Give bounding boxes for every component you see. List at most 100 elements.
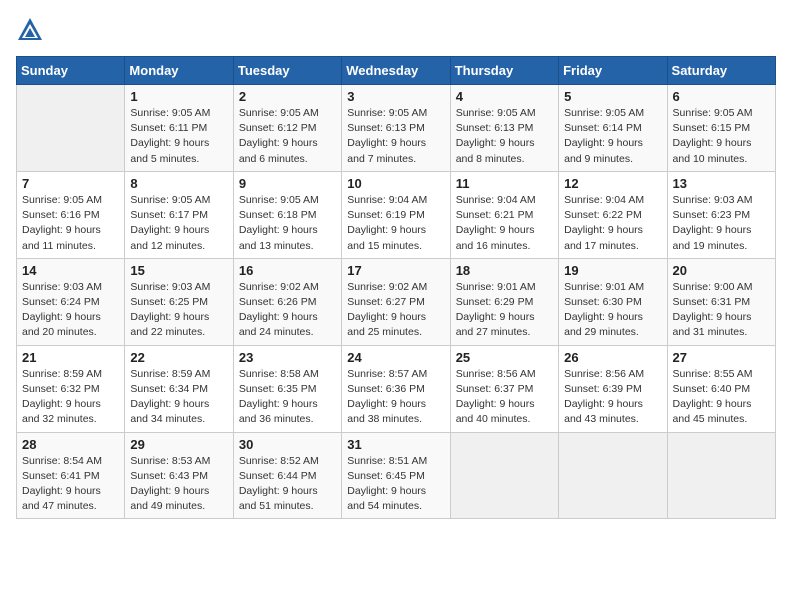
day-info: Sunrise: 8:56 AMSunset: 6:39 PMDaylight:… [564, 367, 661, 428]
calendar-cell: 6 Sunrise: 9:05 AMSunset: 6:15 PMDaylight… [667, 85, 775, 172]
day-info: Sunrise: 8:52 AMSunset: 6:44 PMDaylight:… [239, 454, 336, 515]
day-info: Sunrise: 8:51 AMSunset: 6:45 PMDaylight:… [347, 454, 444, 515]
calendar-cell: 5 Sunrise: 9:05 AMSunset: 6:14 PMDaylight… [559, 85, 667, 172]
calendar-cell: 24 Sunrise: 8:57 AMSunset: 6:36 PMDayligh… [342, 345, 450, 432]
calendar-cell: 23 Sunrise: 8:58 AMSunset: 6:35 PMDayligh… [233, 345, 341, 432]
day-info: Sunrise: 9:04 AMSunset: 6:19 PMDaylight:… [347, 193, 444, 254]
calendar-cell: 18Sunrise: 9:01 AMSunset: 6:29 PMDayligh… [450, 258, 558, 345]
day-info: Sunrise: 8:55 AMSunset: 6:40 PMDaylight:… [673, 367, 770, 428]
day-number: 31 [347, 437, 444, 452]
calendar-cell: 29 Sunrise: 8:53 AMSunset: 6:43 PMDayligh… [125, 432, 233, 519]
day-info: Sunrise: 9:05 AMSunset: 6:18 PMDaylight:… [239, 193, 336, 254]
calendar-cell: 26 Sunrise: 8:56 AMSunset: 6:39 PMDayligh… [559, 345, 667, 432]
calendar-header-row: SundayMondayTuesdayWednesdayThursdayFrid… [17, 57, 776, 85]
calendar-cell: 7 Sunrise: 9:05 AMSunset: 6:16 PMDaylight… [17, 171, 125, 258]
day-number: 13 [673, 176, 770, 191]
column-header-thursday: Thursday [450, 57, 558, 85]
day-number: 24 [347, 350, 444, 365]
day-info: Sunrise: 8:54 AMSunset: 6:41 PMDaylight:… [22, 454, 119, 515]
calendar-cell: 17 Sunrise: 9:02 AMSunset: 6:27 PMDayligh… [342, 258, 450, 345]
day-info: Sunrise: 9:05 AMSunset: 6:16 PMDaylight:… [22, 193, 119, 254]
column-header-tuesday: Tuesday [233, 57, 341, 85]
day-info: Sunrise: 9:05 AMSunset: 6:11 PMDaylight:… [130, 106, 227, 167]
day-number: 8 [130, 176, 227, 191]
calendar-week-row: 1 Sunrise: 9:05 AMSunset: 6:11 PMDaylight… [17, 85, 776, 172]
day-info: Sunrise: 9:05 AMSunset: 6:13 PMDaylight:… [347, 106, 444, 167]
day-number: 7 [22, 176, 119, 191]
calendar-week-row: 14 Sunrise: 9:03 AMSunset: 6:24 PMDayligh… [17, 258, 776, 345]
calendar-cell: 1 Sunrise: 9:05 AMSunset: 6:11 PMDaylight… [125, 85, 233, 172]
calendar-cell: 25 Sunrise: 8:56 AMSunset: 6:37 PMDayligh… [450, 345, 558, 432]
day-info: Sunrise: 8:58 AMSunset: 6:35 PMDaylight:… [239, 367, 336, 428]
day-number: 21 [22, 350, 119, 365]
calendar-cell: 4 Sunrise: 9:05 AMSunset: 6:13 PMDaylight… [450, 85, 558, 172]
calendar-week-row: 21Sunrise: 8:59 AMSunset: 6:32 PMDayligh… [17, 345, 776, 432]
calendar-cell: 9 Sunrise: 9:05 AMSunset: 6:18 PMDaylight… [233, 171, 341, 258]
day-info: Sunrise: 9:05 AMSunset: 6:14 PMDaylight:… [564, 106, 661, 167]
day-info: Sunrise: 9:00 AMSunset: 6:31 PMDaylight:… [673, 280, 770, 341]
day-info: Sunrise: 8:57 AMSunset: 6:36 PMDaylight:… [347, 367, 444, 428]
day-number: 10 [347, 176, 444, 191]
day-info: Sunrise: 9:04 AMSunset: 6:21 PMDaylight:… [456, 193, 553, 254]
calendar-week-row: 28 Sunrise: 8:54 AMSunset: 6:41 PMDayligh… [17, 432, 776, 519]
day-info: Sunrise: 9:01 AMSunset: 6:30 PMDaylight:… [564, 280, 661, 341]
column-header-sunday: Sunday [17, 57, 125, 85]
day-number: 28 [22, 437, 119, 452]
day-number: 4 [456, 89, 553, 104]
calendar-cell [17, 85, 125, 172]
logo [16, 16, 48, 44]
calendar-cell: 11 Sunrise: 9:04 AMSunset: 6:21 PMDayligh… [450, 171, 558, 258]
day-number: 1 [130, 89, 227, 104]
day-number: 12 [564, 176, 661, 191]
calendar-cell: 15 Sunrise: 9:03 AMSunset: 6:25 PMDayligh… [125, 258, 233, 345]
calendar-cell: 30 Sunrise: 8:52 AMSunset: 6:44 PMDayligh… [233, 432, 341, 519]
page-header [16, 16, 776, 44]
day-info: Sunrise: 9:04 AMSunset: 6:22 PMDaylight:… [564, 193, 661, 254]
day-number: 6 [673, 89, 770, 104]
calendar-week-row: 7 Sunrise: 9:05 AMSunset: 6:16 PMDaylight… [17, 171, 776, 258]
day-info: Sunrise: 9:05 AMSunset: 6:15 PMDaylight:… [673, 106, 770, 167]
calendar-cell: 28 Sunrise: 8:54 AMSunset: 6:41 PMDayligh… [17, 432, 125, 519]
day-number: 17 [347, 263, 444, 278]
day-info: Sunrise: 9:02 AMSunset: 6:27 PMDaylight:… [347, 280, 444, 341]
day-number: 20 [673, 263, 770, 278]
calendar-cell: 20 Sunrise: 9:00 AMSunset: 6:31 PMDayligh… [667, 258, 775, 345]
column-header-wednesday: Wednesday [342, 57, 450, 85]
calendar-cell: 22Sunrise: 8:59 AMSunset: 6:34 PMDayligh… [125, 345, 233, 432]
logo-icon [16, 16, 44, 44]
day-info: Sunrise: 8:53 AMSunset: 6:43 PMDaylight:… [130, 454, 227, 515]
day-info: Sunrise: 9:05 AMSunset: 6:13 PMDaylight:… [456, 106, 553, 167]
day-number: 30 [239, 437, 336, 452]
calendar-cell: 2Sunrise: 9:05 AMSunset: 6:12 PMDaylight… [233, 85, 341, 172]
day-number: 5 [564, 89, 661, 104]
day-number: 19 [564, 263, 661, 278]
column-header-monday: Monday [125, 57, 233, 85]
calendar-cell: 31 Sunrise: 8:51 AMSunset: 6:45 PMDayligh… [342, 432, 450, 519]
day-info: Sunrise: 9:03 AMSunset: 6:23 PMDaylight:… [673, 193, 770, 254]
calendar-cell: 14 Sunrise: 9:03 AMSunset: 6:24 PMDayligh… [17, 258, 125, 345]
day-info: Sunrise: 9:03 AMSunset: 6:24 PMDaylight:… [22, 280, 119, 341]
day-number: 23 [239, 350, 336, 365]
calendar-cell: 8 Sunrise: 9:05 AMSunset: 6:17 PMDaylight… [125, 171, 233, 258]
calendar-table: SundayMondayTuesdayWednesdayThursdayFrid… [16, 56, 776, 519]
day-number: 25 [456, 350, 553, 365]
day-number: 27 [673, 350, 770, 365]
day-info: Sunrise: 9:03 AMSunset: 6:25 PMDaylight:… [130, 280, 227, 341]
calendar-cell: 10 Sunrise: 9:04 AMSunset: 6:19 PMDayligh… [342, 171, 450, 258]
calendar-cell: 16Sunrise: 9:02 AMSunset: 6:26 PMDayligh… [233, 258, 341, 345]
day-number: 26 [564, 350, 661, 365]
day-number: 14 [22, 263, 119, 278]
calendar-cell [667, 432, 775, 519]
calendar-cell: 3Sunrise: 9:05 AMSunset: 6:13 PMDaylight… [342, 85, 450, 172]
calendar-cell: 13 Sunrise: 9:03 AMSunset: 6:23 PMDayligh… [667, 171, 775, 258]
calendar-cell: 12 Sunrise: 9:04 AMSunset: 6:22 PMDayligh… [559, 171, 667, 258]
day-info: Sunrise: 8:56 AMSunset: 6:37 PMDaylight:… [456, 367, 553, 428]
column-header-friday: Friday [559, 57, 667, 85]
day-number: 11 [456, 176, 553, 191]
day-info: Sunrise: 9:05 AMSunset: 6:17 PMDaylight:… [130, 193, 227, 254]
day-number: 22 [130, 350, 227, 365]
day-number: 29 [130, 437, 227, 452]
calendar-cell [450, 432, 558, 519]
day-number: 15 [130, 263, 227, 278]
day-number: 9 [239, 176, 336, 191]
